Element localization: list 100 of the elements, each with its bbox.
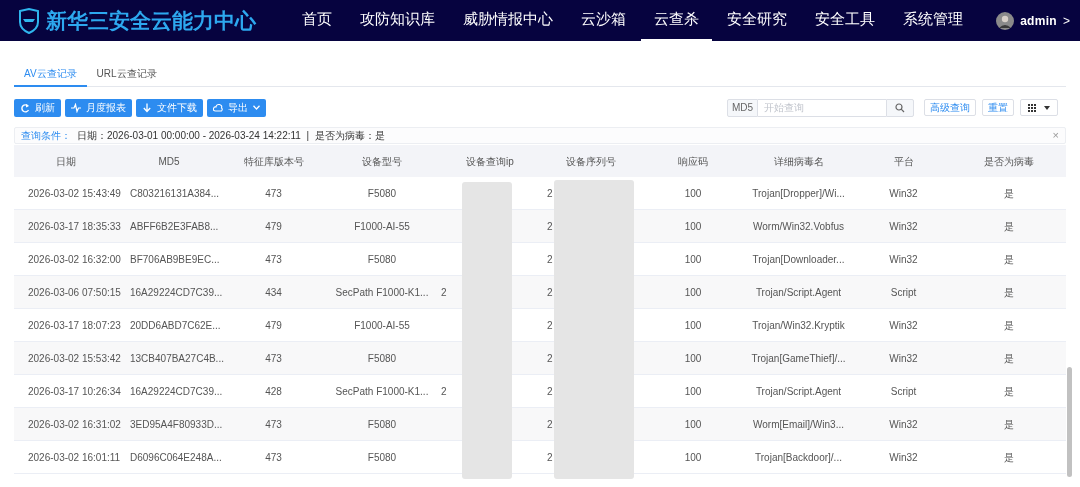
caret-icon[interactable]: > (1063, 11, 1070, 30)
table-cell: F5080 (367, 352, 397, 364)
table-cell: 100 (684, 352, 702, 364)
table-cell: 434 (265, 286, 282, 298)
table-cell: 是 (1004, 385, 1014, 397)
nav-tab[interactable]: 攻防知识库 (347, 0, 448, 41)
table-cell: 2 (547, 385, 553, 397)
table-cell: 473 (265, 352, 282, 364)
table-cell: 20DD6ABD7C62E... (130, 319, 221, 331)
table-cell: SecPath F1000-K1... (335, 385, 429, 397)
nav-tab[interactable]: 系统管理 (890, 0, 976, 41)
table-cell: Win32 (889, 451, 918, 463)
download-icon (142, 102, 152, 113)
table-cell: 479 (265, 220, 282, 232)
reset-button[interactable]: 重置 (982, 99, 1014, 116)
table-cell: 2 (547, 220, 553, 232)
table-cell: Win32 (889, 187, 918, 199)
query-label: 查询条件： (21, 129, 71, 143)
table-cell: 428 (265, 385, 282, 397)
table-cell: 2026-03-06 07:50:15 (28, 286, 121, 298)
table-cell: 100 (684, 187, 702, 199)
column-header: 特征库版本号 (243, 155, 304, 167)
caret-down-icon (1044, 105, 1050, 110)
table-cell: 2 (547, 187, 553, 199)
table-cell: Trojan[Dropper]/Wi... (752, 187, 845, 199)
search-button[interactable] (886, 98, 914, 117)
table-cell: 2 (547, 352, 553, 364)
table-cell: ABFF6B2E3FAB8... (130, 220, 219, 232)
table-cell: 100 (684, 220, 702, 232)
column-header: 是否为病毒 (984, 155, 1034, 167)
column-header: 响应码 (678, 155, 708, 167)
pulse-icon (71, 102, 81, 113)
table-cell: Win32 (889, 319, 918, 331)
table-cell: Trojan[GameThief]/... (751, 352, 846, 364)
tab[interactable]: URL云查记录 (86, 61, 167, 87)
table-cell: 2 (547, 451, 553, 463)
table-cell: SecPath F1000-K1... (335, 286, 429, 298)
column-header: 设备查询ip (466, 155, 514, 167)
table-cell: Win32 (889, 220, 918, 232)
table-cell: 是 (1004, 286, 1014, 298)
table-cell: 16A29224CD7C39... (130, 385, 223, 397)
table-cell: 473 (265, 253, 282, 265)
column-header: 设备型号 (362, 155, 402, 167)
table-cell: Trojan/Win32.Kryptik (752, 319, 845, 331)
table-cell: 100 (684, 385, 702, 397)
site-title: 新华三安全云能力中心 (46, 7, 256, 34)
table-cell: 2026-03-17 18:07:23 (28, 319, 121, 331)
scrollbar-thumb[interactable] (1067, 367, 1072, 477)
table-cell: 2026-03-02 16:32:00 (28, 253, 121, 265)
avatar-icon[interactable] (996, 11, 1015, 30)
refresh-icon (20, 102, 30, 113)
table-cell: 是 (1004, 352, 1014, 364)
table-cell: BF706AB9BE9EC... (130, 253, 220, 265)
table-cell: C803216131A384... (130, 187, 219, 199)
table-cell: 2026-03-02 15:53:42 (28, 352, 121, 364)
nav-tab[interactable]: 威胁情报中心 (450, 0, 566, 41)
column-header: 平台 (893, 155, 914, 167)
column-header: 详细病毒名 (773, 155, 824, 167)
cloud-icon (213, 102, 223, 113)
tab[interactable]: AV云查记录 (14, 61, 87, 87)
table-cell: Win32 (889, 253, 918, 265)
column-header: 日期 (55, 155, 76, 167)
table-cell: F5080 (367, 451, 397, 463)
table-cell: 是 (1004, 220, 1014, 232)
table-cell: 473 (265, 418, 282, 430)
table-cell: Worm[Email]/Win3... (753, 418, 844, 430)
table-cell: Trojan[Downloader... (752, 253, 845, 265)
column-header: MD5 (158, 155, 180, 167)
table-cell: 是 (1004, 451, 1014, 463)
table-cell: 3ED95A4F80933D... (130, 418, 223, 430)
table-cell: 100 (684, 418, 702, 430)
table-cell: 16A29224CD7C39... (130, 286, 223, 298)
search-icon (895, 102, 905, 113)
nav-tab[interactable]: 首页 (289, 0, 345, 41)
table-cell: 473 (265, 451, 282, 463)
query-text: 日期：2026-03-01 00:00:00 - 2026-03-24 14:22:11 | 是否为病毒：是 (77, 129, 385, 143)
user-name[interactable]: admin (1020, 11, 1057, 30)
table-cell: 13CB407BA27C4B... (130, 352, 224, 364)
table-cell: 2 (547, 418, 553, 430)
column-menu-button[interactable] (1020, 99, 1058, 116)
table-cell: 2 (441, 286, 447, 298)
table-cell: 2026-03-17 18:35:33 (28, 220, 121, 232)
advanced-search-button[interactable]: 高级查询 (924, 99, 976, 116)
table-cell: Worm/Win32.Vobfus (753, 220, 844, 232)
table-cell: Win32 (889, 352, 918, 364)
table-cell: 2 (547, 319, 553, 331)
table-cell: 2 (547, 253, 553, 265)
table-cell: Script (890, 385, 917, 397)
table-cell: 100 (684, 451, 702, 463)
nav-tab[interactable]: 云沙箱 (568, 0, 639, 41)
table-cell: F5080 (367, 253, 397, 265)
nav-tab[interactable]: 安全工具 (802, 0, 888, 41)
nav-tab[interactable]: 安全研究 (714, 0, 800, 41)
table-cell: 是 (1004, 418, 1014, 430)
nav-tab[interactable]: 云查杀 (641, 0, 712, 41)
table-cell: 2026-03-17 10:26:34 (28, 385, 121, 397)
table-cell: 100 (684, 286, 702, 298)
table-cell: F5080 (367, 418, 397, 430)
column-header: 设备序列号 (566, 155, 616, 167)
table-cell: 100 (684, 253, 702, 265)
